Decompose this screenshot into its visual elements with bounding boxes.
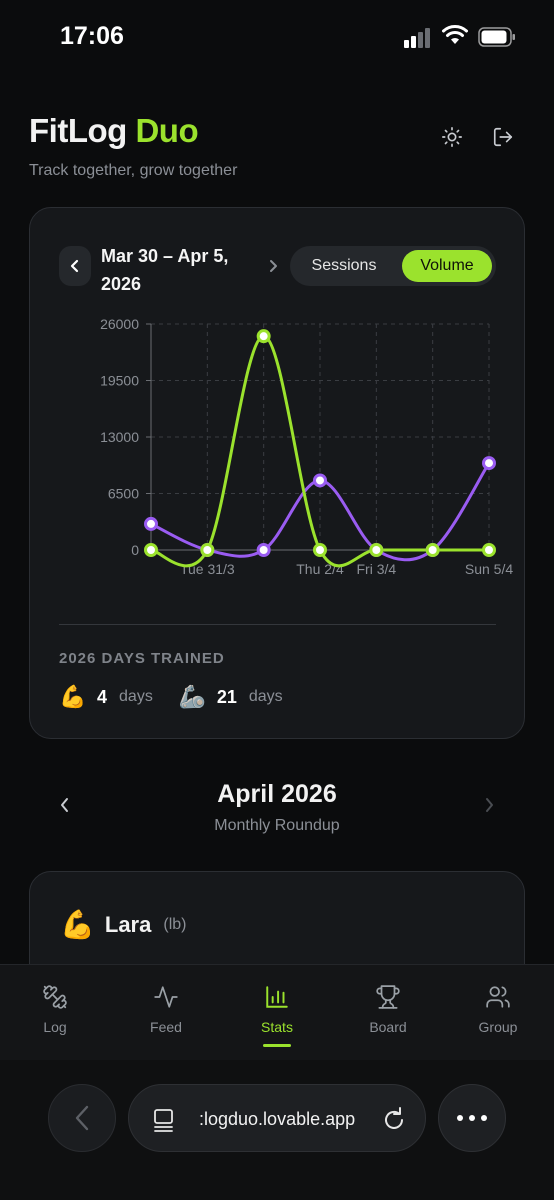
browser-toolbar: :logduo.lovable.app bbox=[0, 1060, 554, 1200]
y-tick-label: 13000 bbox=[100, 429, 139, 445]
x-tick-label: Tue 31/3 bbox=[180, 561, 235, 577]
flexed-biceps-icon: 💪 bbox=[60, 909, 95, 940]
cellular-signal-icon bbox=[404, 26, 434, 48]
data-point-0 bbox=[425, 543, 440, 557]
activity-icon bbox=[126, 983, 206, 1011]
more-options-button[interactable] bbox=[438, 1084, 506, 1152]
flexed-biceps-icon: 💪 bbox=[59, 684, 87, 709]
data-point-1 bbox=[313, 473, 327, 488]
data-point-0 bbox=[369, 543, 384, 557]
data-point-0 bbox=[200, 543, 215, 557]
month-subtitle: Monthly Roundup bbox=[214, 817, 340, 834]
x-tick-label: Sun 5/4 bbox=[465, 561, 513, 577]
y-tick-label: 6500 bbox=[108, 486, 139, 502]
app-subtitle: Track together, grow together bbox=[29, 162, 238, 179]
wifi-icon bbox=[442, 25, 468, 44]
user-header: 💪 Lara (lb) bbox=[60, 908, 186, 941]
x-tick-label: Thu 2/4 bbox=[296, 561, 344, 577]
next-month-button[interactable] bbox=[483, 796, 495, 819]
nav-stats[interactable]: Stats bbox=[237, 983, 317, 1047]
user-unit: (lb) bbox=[163, 915, 187, 933]
ellipsis-icon bbox=[457, 1115, 487, 1121]
weekly-stats-card: Mar 30 – Apr 5, 2026 Sessions Volume 0 65… bbox=[29, 207, 525, 739]
url-bar[interactable]: :logduo.lovable.app bbox=[128, 1084, 426, 1152]
days-unit-user1: days bbox=[119, 688, 153, 705]
app-header: FitLog Duo Track together, grow together bbox=[29, 112, 525, 180]
data-point-1 bbox=[144, 516, 158, 531]
nav-group[interactable]: Group bbox=[458, 983, 538, 1035]
chevron-left-icon bbox=[75, 1105, 89, 1131]
days-count-user1: 4 bbox=[97, 686, 108, 707]
series-line-0 bbox=[149, 334, 491, 568]
bar-chart-icon bbox=[237, 983, 317, 1011]
nav-label-stats: Stats bbox=[261, 1019, 293, 1035]
user-name: Lara bbox=[104, 911, 152, 937]
battery-icon bbox=[478, 27, 515, 47]
logout-icon[interactable] bbox=[490, 124, 516, 150]
users-icon bbox=[458, 983, 538, 1011]
bottom-navigation: Log Feed Stats Board Group bbox=[0, 964, 554, 1060]
y-tick-label: 26000 bbox=[100, 316, 139, 332]
volume-line-chart: 0 6500 13000 19500 26000 Tue 31/3 Thu 2/4 Fri 3… bbox=[100, 316, 513, 577]
url-text: :logduo.lovable.app bbox=[199, 1109, 356, 1129]
trophy-icon bbox=[348, 983, 428, 1011]
data-point-0 bbox=[256, 329, 271, 344]
data-point-0 bbox=[482, 543, 496, 557]
status-bar: 17:06 bbox=[0, 0, 554, 72]
nav-board[interactable]: Board bbox=[348, 983, 428, 1035]
y-tick-label: 0 bbox=[131, 542, 139, 558]
nav-label-group: Group bbox=[478, 1019, 518, 1035]
month-navigation: April 2026 Monthly Roundup bbox=[29, 772, 525, 842]
dumbbell-icon bbox=[15, 983, 95, 1011]
data-point-1 bbox=[256, 543, 271, 557]
browser-back-button[interactable] bbox=[48, 1084, 116, 1152]
chevron-right-icon bbox=[486, 798, 493, 812]
tabs-icon bbox=[154, 1109, 173, 1132]
x-tick-label: Fri 3/4 bbox=[356, 561, 396, 577]
y-tick-label: 19500 bbox=[100, 373, 139, 389]
app-title-accent: Duo bbox=[135, 112, 199, 149]
nav-label-board: Board bbox=[369, 1019, 407, 1035]
nav-log[interactable]: Log bbox=[15, 983, 95, 1035]
theme-toggle-sun-icon[interactable] bbox=[439, 124, 465, 150]
nav-feed[interactable]: Feed bbox=[126, 983, 206, 1035]
days-unit-user2: days bbox=[248, 688, 283, 705]
nav-label-feed: Feed bbox=[150, 1019, 182, 1035]
data-point-1 bbox=[482, 456, 496, 471]
data-point-0 bbox=[313, 543, 327, 557]
days-count-user2: 21 bbox=[216, 686, 237, 707]
app-title-main: FitLog bbox=[29, 112, 136, 149]
days-trained-row: 💪 4 days 🦾 21 days bbox=[59, 682, 283, 712]
nav-label-log: Log bbox=[43, 1019, 67, 1035]
data-point-0 bbox=[144, 543, 158, 557]
month-title: April 2026 bbox=[217, 780, 337, 808]
mechanical-arm-icon: 🦾 bbox=[178, 684, 207, 709]
reload-icon[interactable] bbox=[381, 1105, 407, 1133]
card-divider bbox=[59, 624, 496, 625]
active-tab-indicator bbox=[263, 1044, 291, 1047]
status-time: 17:06 bbox=[60, 22, 124, 50]
days-trained-title: 2026 DAYS TRAINED bbox=[59, 650, 225, 667]
